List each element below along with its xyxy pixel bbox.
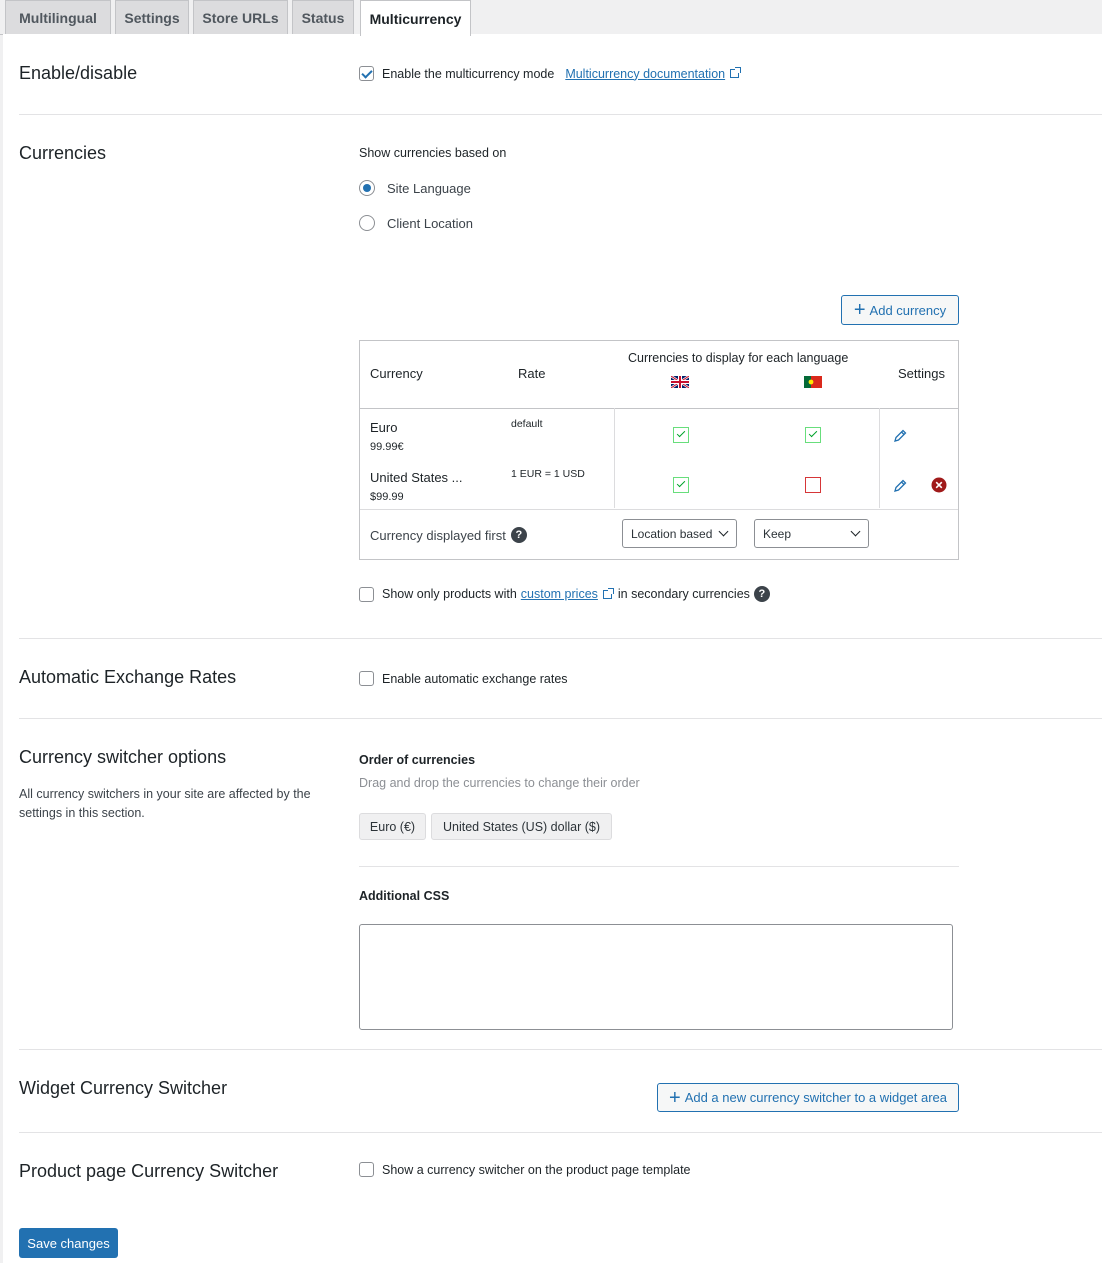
divider — [359, 866, 959, 867]
currency-displayed-first-label: Currency displayed first — [370, 527, 506, 543]
currency-name: Euro — [370, 420, 398, 435]
enable-multicurrency-checkbox[interactable] — [359, 66, 374, 81]
order-title: Order of currencies — [359, 753, 476, 767]
enable-heading: Enable/disable — [19, 63, 138, 83]
delete-currency-icon[interactable] — [931, 477, 947, 493]
plus-icon: + — [669, 1086, 681, 1109]
language-currency-checkbox[interactable] — [805, 477, 821, 493]
external-link-icon — [602, 587, 614, 599]
language-currency-checkbox[interactable] — [673, 477, 689, 493]
edit-pencil-icon[interactable] — [892, 428, 908, 444]
switcher-options-description: All currency switchers in your site are … — [19, 787, 311, 820]
chevron-down-icon — [718, 526, 729, 537]
site-language-label: Site Language — [387, 180, 471, 196]
col-header-settings: Settings — [898, 366, 945, 381]
language-currency-checkbox[interactable] — [805, 427, 821, 443]
currencies-heading: Currencies — [19, 143, 107, 163]
add-widget-switcher-button[interactable]: + Add a new currency switcher to a widget… — [657, 1083, 959, 1112]
radio-site-language-row[interactable]: Site Language — [359, 180, 471, 196]
additional-css-textarea[interactable] — [359, 924, 953, 1030]
auto-rates-label: Enable automatic exchange rates — [382, 671, 568, 686]
external-link-icon — [730, 67, 742, 78]
product-switcher-label: Show a currency switcher on the product … — [382, 1162, 691, 1177]
switcher-options-heading: Currency switcher options — [19, 747, 227, 767]
currency-table: Currency Rate Currencies to display for … — [359, 340, 959, 560]
divider — [19, 1049, 1102, 1050]
add-currency-button[interactable]: + Add currency — [841, 295, 959, 325]
help-icon[interactable]: ? — [753, 586, 770, 602]
currency-price: 99.99€ — [370, 441, 404, 453]
auto-rates-checkbox[interactable] — [359, 671, 374, 686]
tab-bar: Multilingual Settings Store URLs Status … — [0, 0, 1102, 36]
additional-css-title: Additional CSS — [359, 889, 450, 903]
multicurrency-doc-link[interactable]: Multicurrency documentation — [565, 67, 725, 81]
client-location-radio[interactable] — [359, 215, 375, 231]
divider — [19, 638, 1102, 639]
currency-rate: 1 EUR = 1 USD — [511, 468, 585, 480]
currency-displayed-first-row: Currency displayed first ? — [370, 527, 527, 543]
chevron-down-icon — [850, 526, 861, 537]
column-divider — [879, 408, 880, 508]
client-location-label: Client Location — [387, 215, 473, 231]
order-hint: Drag and drop the currencies to change t… — [359, 776, 640, 790]
plus-icon: + — [853, 299, 866, 321]
custom-prices-prefix: Show only products with — [382, 587, 517, 601]
product-switcher-checkbox[interactable] — [359, 1162, 374, 1177]
language-currency-checkbox[interactable] — [673, 427, 689, 443]
currency-price: $99.99 — [370, 491, 404, 503]
divider — [19, 114, 1102, 115]
product-switcher-row: Show a currency switcher on the product … — [359, 1162, 691, 1177]
divider — [19, 718, 1102, 719]
custom-prices-row: Show only products with custom prices in… — [359, 586, 770, 602]
tab-settings[interactable]: Settings — [115, 0, 189, 34]
save-changes-button[interactable]: Save changes — [19, 1228, 118, 1258]
tab-multicurrency[interactable]: Multicurrency — [360, 0, 471, 36]
tab-status[interactable]: Status — [292, 0, 354, 34]
uk-flag-icon — [671, 376, 689, 388]
enable-row: Enable the multicurrency mode Multicurre… — [359, 66, 742, 81]
edit-pencil-icon[interactable] — [892, 478, 908, 494]
currency-rate: default — [511, 418, 543, 430]
currency-name: United States ... — [370, 470, 463, 485]
divider — [19, 1132, 1102, 1133]
custom-prices-suffix: in secondary currencies — [617, 587, 750, 601]
col-header-rate: Rate — [518, 366, 546, 381]
show-based-on-label: Show currencies based on — [359, 146, 507, 160]
enable-multicurrency-label: Enable the multicurrency mode — [382, 66, 555, 81]
currency-first-select-pt[interactable]: Keep — [754, 519, 869, 548]
auto-rates-row: Enable automatic exchange rates — [359, 671, 568, 686]
tab-store-urls[interactable]: Store URLs — [193, 0, 288, 34]
column-divider — [614, 408, 615, 508]
col-header-currency: Currency — [370, 366, 423, 381]
widget-switcher-heading: Widget Currency Switcher — [19, 1078, 228, 1098]
col-header-languages: Currencies to display for each language — [628, 351, 849, 365]
portugal-flag-icon — [804, 376, 822, 388]
auto-rates-heading: Automatic Exchange Rates — [19, 667, 237, 687]
custom-prices-checkbox[interactable] — [359, 586, 374, 602]
product-switcher-heading: Product page Currency Switcher — [19, 1161, 279, 1181]
radio-client-location-row[interactable]: Client Location — [359, 215, 473, 231]
currency-order-chip[interactable]: Euro (€) — [359, 813, 426, 840]
site-language-radio[interactable] — [359, 180, 375, 196]
table-header-divider — [360, 408, 958, 409]
table-footer-divider — [360, 509, 958, 510]
tab-multilingual[interactable]: Multilingual — [5, 0, 111, 34]
settings-panel: Enable/disable Enable the multicurrency … — [3, 34, 1102, 1263]
currency-first-select-en[interactable]: Location based — [622, 519, 737, 548]
custom-prices-link[interactable]: custom prices — [521, 587, 598, 601]
help-icon[interactable]: ? — [510, 527, 527, 543]
currency-order-chip[interactable]: United States (US) dollar ($) — [431, 813, 612, 840]
